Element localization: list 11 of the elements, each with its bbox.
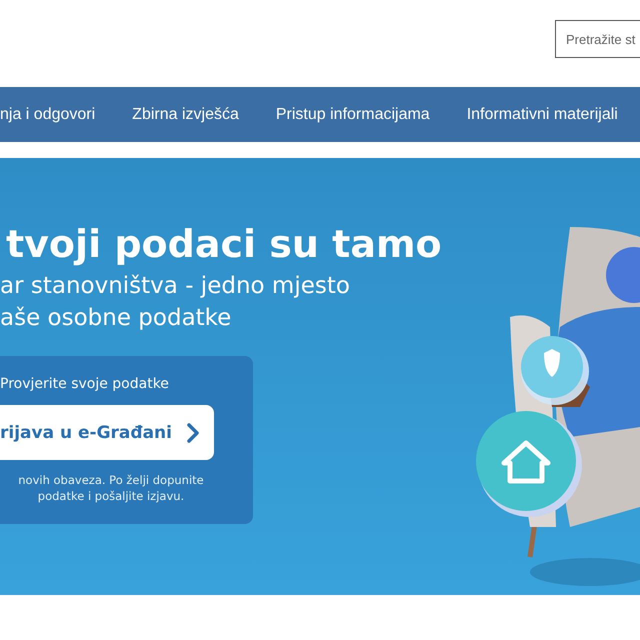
card-note: novih obaveza. Po želji dopunite podatke i pošaljite izjavu. [17, 472, 205, 504]
nav-link[interactable]: Informativni materijali [466, 106, 618, 124]
card-title: Provjerite svoje podatke [0, 376, 169, 392]
search-field[interactable]: Pretražite st [555, 20, 640, 58]
nav-link[interactable]: Pristup informacijama [276, 106, 430, 124]
chevron-right-icon [186, 422, 200, 444]
login-button[interactable]: rijava u e-Građani [0, 405, 214, 460]
hero-title: tvoji podaci su tamo [6, 221, 442, 268]
nav-link[interactable]: nja i odgovori [0, 106, 96, 124]
nav-link[interactable]: Zbirna izvješća [132, 106, 239, 124]
hero-subtitle: ar stanovništva - jedno mjesto aše osobne podatke [0, 272, 351, 333]
